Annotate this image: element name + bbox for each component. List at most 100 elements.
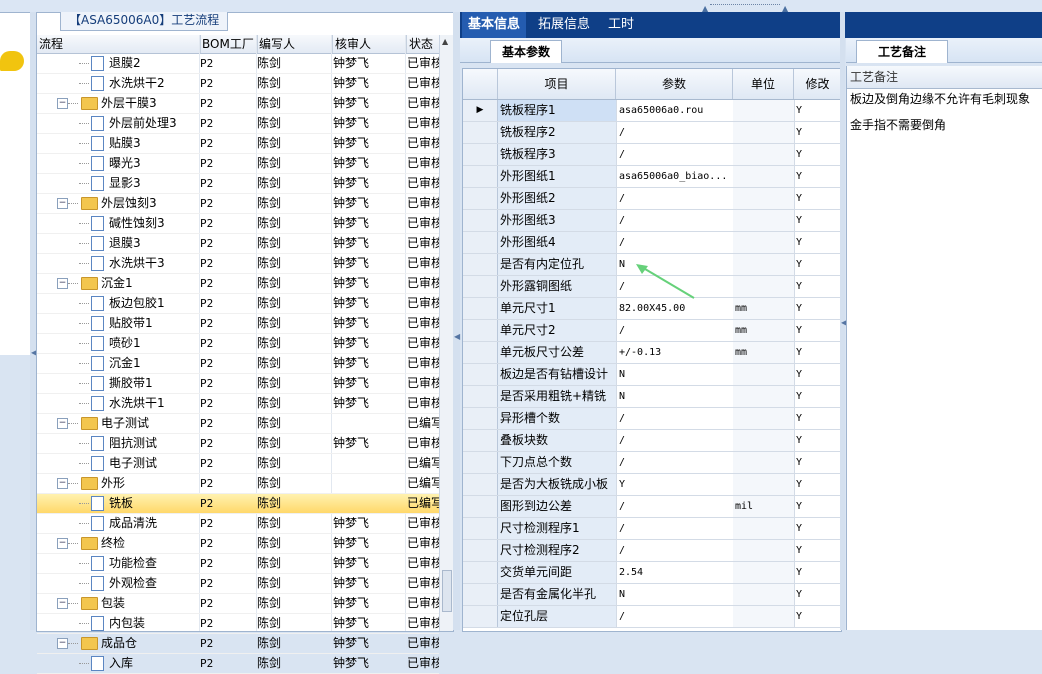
param-unit-cell[interactable] — [733, 540, 795, 561]
collapse-icon[interactable]: − — [57, 538, 68, 549]
tree-row[interactable]: 沉金1 P2 陈剑 钟梦飞 已审核 — [37, 354, 439, 374]
param-modify-cell[interactable]: Y — [794, 430, 841, 451]
param-row[interactable]: 交货单元间距 2.54 Y — [463, 562, 841, 584]
param-value-cell[interactable]: / — [617, 540, 734, 561]
current-row-indicator-icon[interactable]: ▶ — [463, 100, 498, 121]
param-row[interactable]: 是否采用粗铣+精铣 N Y — [463, 386, 841, 408]
tree-row[interactable]: − 成品仓 P2 陈剑 钟梦飞 已审核 — [37, 634, 439, 654]
row-header[interactable] — [463, 166, 498, 187]
param-row[interactable]: 外形图纸1 asa65006a0_biao... Y — [463, 166, 841, 188]
tree-row[interactable]: − 外形 P2 陈剑 已编写 — [37, 474, 439, 494]
tree-row[interactable]: − 外层干膜3 P2 陈剑 钟梦飞 已审核 — [37, 94, 439, 114]
tree-row[interactable]: 内包装 P2 陈剑 钟梦飞 已审核 — [37, 614, 439, 634]
tab-basic-params[interactable]: 基本参数 — [490, 40, 562, 63]
param-unit-cell[interactable] — [733, 122, 795, 143]
col-flow[interactable]: 流程 — [37, 35, 201, 53]
row-header[interactable] — [463, 342, 498, 363]
middle-splitter[interactable]: ◀ — [453, 12, 460, 630]
param-value-cell[interactable]: / — [617, 408, 734, 429]
param-modify-cell[interactable]: Y — [794, 166, 841, 187]
param-row[interactable]: 下刀点总个数 / Y — [463, 452, 841, 474]
param-row[interactable]: 是否有金属化半孔 N Y — [463, 584, 841, 606]
param-row[interactable]: 是否为大板铣成小板 Y Y — [463, 474, 841, 496]
param-modify-cell[interactable]: Y — [794, 298, 841, 319]
row-header[interactable] — [463, 386, 498, 407]
tree-title[interactable]: 【ASA65006A0】工艺流程 — [60, 12, 229, 31]
row-header[interactable] — [463, 518, 498, 539]
param-modify-cell[interactable]: Y — [794, 276, 841, 297]
param-unit-cell[interactable] — [733, 254, 795, 275]
param-unit-cell[interactable] — [733, 430, 795, 451]
tree-row[interactable]: 外观检查 P2 陈剑 钟梦飞 已审核 — [37, 574, 439, 594]
tree-row[interactable]: 外层前处理3 P2 陈剑 钟梦飞 已审核 — [37, 114, 439, 134]
param-modify-cell[interactable]: Y — [794, 364, 841, 385]
param-modify-cell[interactable]: Y — [794, 320, 841, 341]
param-value-cell[interactable]: Y — [617, 474, 734, 495]
param-modify-cell[interactable]: Y — [794, 408, 841, 429]
param-row[interactable]: 板边是否有钻槽设计 N Y — [463, 364, 841, 386]
col-item[interactable]: 项目 — [498, 69, 616, 99]
grid-corner[interactable] — [463, 69, 498, 99]
row-header[interactable] — [463, 474, 498, 495]
right-splitter[interactable]: ◀ — [840, 12, 847, 630]
scroll-thumb[interactable] — [442, 570, 452, 612]
tree-row[interactable]: 水洗烘干2 P2 陈剑 钟梦飞 已审核 — [37, 74, 439, 94]
param-value-cell[interactable]: 2.54 — [617, 562, 734, 583]
param-value-cell[interactable]: / — [617, 144, 734, 165]
tree-row[interactable]: − 沉金1 P2 陈剑 钟梦飞 已审核 — [37, 274, 439, 294]
tab-work-hours[interactable]: 工时 — [602, 12, 640, 38]
collapse-icon[interactable]: − — [57, 418, 68, 429]
tree-row[interactable]: 撕胶带1 P2 陈剑 钟梦飞 已审核 — [37, 374, 439, 394]
row-header[interactable] — [463, 540, 498, 561]
param-unit-cell[interactable] — [733, 474, 795, 495]
param-row[interactable]: 外形图纸4/ Y — [463, 232, 841, 254]
param-row[interactable]: 外形图纸2/ Y — [463, 188, 841, 210]
tree-row[interactable]: 阻抗测试 P2 陈剑 钟梦飞 已审核 — [37, 434, 439, 454]
param-unit-cell[interactable]: mm — [733, 320, 795, 341]
row-header[interactable] — [463, 562, 498, 583]
param-value-cell[interactable]: / — [617, 210, 734, 231]
param-value-cell[interactable]: / — [617, 188, 734, 209]
param-row[interactable]: 铣板程序2/ Y — [463, 122, 841, 144]
tree-row[interactable]: − 外层蚀刻3 P2 陈剑 钟梦飞 已审核 — [37, 194, 439, 214]
param-value-cell[interactable]: / — [617, 518, 734, 539]
param-value-cell[interactable]: / — [617, 430, 734, 451]
param-value-cell[interactable]: / — [617, 496, 734, 517]
tree-row[interactable]: 碱性蚀刻3 P2 陈剑 钟梦飞 已审核 — [37, 214, 439, 234]
param-unit-cell[interactable]: mm — [733, 298, 795, 319]
tree-row[interactable]: 显影3 P2 陈剑 钟梦飞 已审核 — [37, 174, 439, 194]
param-unit-cell[interactable]: mil — [733, 496, 795, 517]
param-row[interactable]: 单元板尺寸公差 +/-0.13 mm Y — [463, 342, 841, 364]
tab-basic-info[interactable]: 基本信息 — [462, 12, 527, 38]
collapse-icon[interactable]: − — [57, 478, 68, 489]
row-header[interactable] — [463, 584, 498, 605]
row-header[interactable] — [463, 452, 498, 473]
param-value-cell[interactable]: N — [617, 386, 734, 407]
tree-row[interactable]: 功能检查 P2 陈剑 钟梦飞 已审核 — [37, 554, 439, 574]
tree-row[interactable]: 铣板 P2 陈剑 已编写 — [37, 494, 439, 514]
collapse-icon[interactable]: − — [57, 98, 68, 109]
tree-row[interactable]: 水洗烘干1 P2 陈剑 钟梦飞 已审核 — [37, 394, 439, 414]
row-header[interactable] — [463, 298, 498, 319]
param-unit-cell[interactable] — [733, 144, 795, 165]
scroll-up-icon[interactable]: ▲ — [442, 37, 448, 46]
param-modify-cell[interactable]: Y — [794, 518, 841, 539]
param-row[interactable]: 叠板块数 / Y — [463, 430, 841, 452]
param-modify-cell[interactable]: Y — [794, 342, 841, 363]
param-modify-cell[interactable]: Y — [794, 386, 841, 407]
param-modify-cell[interactable]: Y — [794, 584, 841, 605]
param-modify-cell[interactable]: Y — [794, 606, 841, 627]
param-unit-cell[interactable] — [733, 100, 795, 121]
param-modify-cell[interactable]: Y — [794, 540, 841, 561]
tree-row[interactable]: 贴胶带1 P2 陈剑 钟梦飞 已审核 — [37, 314, 439, 334]
param-modify-cell[interactable]: Y — [794, 232, 841, 253]
param-unit-cell[interactable] — [733, 364, 795, 385]
param-modify-cell[interactable]: Y — [794, 188, 841, 209]
row-header[interactable] — [463, 408, 498, 429]
param-value-cell[interactable]: +/-0.13 — [617, 342, 734, 363]
row-header[interactable] — [463, 364, 498, 385]
row-header[interactable] — [463, 122, 498, 143]
param-unit-cell[interactable] — [733, 232, 795, 253]
collapse-icon[interactable]: − — [57, 638, 68, 649]
tree-row[interactable]: 喷砂1 P2 陈剑 钟梦飞 已审核 — [37, 334, 439, 354]
